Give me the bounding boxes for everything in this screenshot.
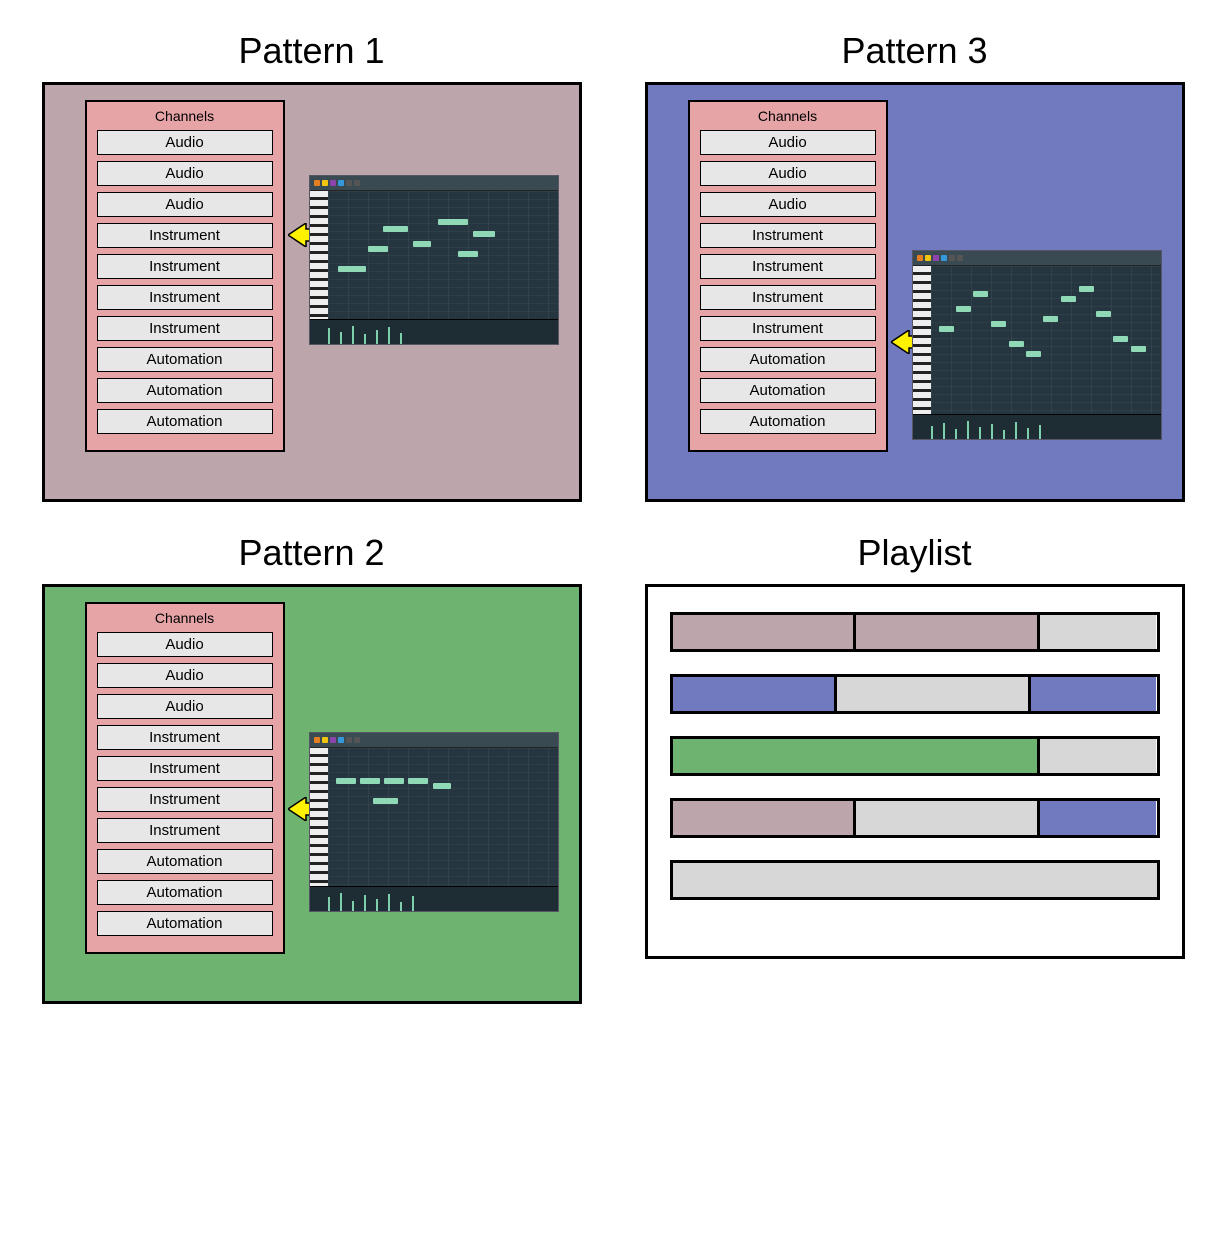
playlist-cell: Playlist (633, 532, 1196, 1004)
channel-slot[interactable]: Automation (700, 378, 876, 403)
pattern-2-title: Pattern 2 (238, 532, 384, 574)
channel-slot[interactable]: Instrument (97, 725, 273, 750)
piano-roll-toolbar (310, 176, 558, 191)
channels-header: Channels (97, 610, 273, 626)
channel-slot[interactable]: Audio (97, 161, 273, 186)
piano-roll[interactable] (309, 175, 559, 345)
piano-roll[interactable] (912, 250, 1162, 440)
pattern-1-title: Pattern 1 (238, 30, 384, 72)
pattern-3-cell: Pattern 3 Channels Audio Audio Audio Ins… (633, 30, 1196, 502)
playlist-clip[interactable] (673, 739, 1041, 773)
playlist-track[interactable] (670, 860, 1160, 900)
diagram-grid: Pattern 1 Channels Audio Audio Audio Ins… (30, 30, 1196, 1004)
channel-slot[interactable]: Instrument (700, 316, 876, 341)
playlist-clip[interactable] (1040, 739, 1156, 773)
channel-slot[interactable]: Audio (97, 130, 273, 155)
piano-keys-icon (310, 191, 328, 319)
velocity-area (913, 414, 1161, 440)
pattern-2-box: Channels Audio Audio Audio Instrument In… (42, 584, 582, 1004)
channel-slot[interactable]: Instrument (700, 254, 876, 279)
pattern-1-cell: Pattern 1 Channels Audio Audio Audio Ins… (30, 30, 593, 502)
note-area[interactable] (931, 266, 1161, 414)
channel-slot[interactable]: Instrument (700, 285, 876, 310)
channel-slot[interactable]: Audio (700, 130, 876, 155)
pattern-3-box: Channels Audio Audio Audio Instrument In… (645, 82, 1185, 502)
channels-panel: Channels Audio Audio Audio Instrument In… (688, 100, 888, 452)
channel-slot[interactable]: Automation (700, 409, 876, 434)
channel-slot[interactable]: Instrument (97, 223, 273, 248)
playlist-clip[interactable] (856, 615, 1040, 649)
playlist-track[interactable] (670, 612, 1160, 652)
playlist-box (645, 584, 1185, 959)
channel-slot[interactable]: Audio (700, 161, 876, 186)
playlist-clip[interactable] (1031, 677, 1157, 711)
playlist-clip[interactable] (673, 615, 857, 649)
velocity-area (310, 886, 558, 912)
note-area[interactable] (328, 748, 558, 886)
pattern-2-cell: Pattern 2 Channels Audio Audio Audio Ins… (30, 532, 593, 1004)
channel-slot[interactable]: Instrument (97, 818, 273, 843)
channels-panel: Channels Audio Audio Audio Instrument In… (85, 602, 285, 954)
channel-slot[interactable]: Automation (97, 849, 273, 874)
channel-slot[interactable]: Automation (700, 347, 876, 372)
channel-slot[interactable]: Instrument (97, 756, 273, 781)
channel-slot[interactable]: Instrument (97, 787, 273, 812)
channel-slot[interactable]: Audio (700, 192, 876, 217)
playlist-clip[interactable] (837, 677, 1031, 711)
playlist-track[interactable] (670, 736, 1160, 776)
playlist-clip[interactable] (673, 863, 1157, 897)
piano-keys-icon (913, 266, 931, 414)
pattern-1-box: Channels Audio Audio Audio Instrument In… (42, 82, 582, 502)
playlist-track[interactable] (670, 798, 1160, 838)
channel-slot[interactable]: Instrument (700, 223, 876, 248)
channel-slot[interactable]: Automation (97, 378, 273, 403)
channel-slot[interactable]: Instrument (97, 316, 273, 341)
channel-slot[interactable]: Automation (97, 911, 273, 936)
channels-header: Channels (700, 108, 876, 124)
playlist-track[interactable] (670, 674, 1160, 714)
pattern-3-title: Pattern 3 (841, 30, 987, 72)
channel-slot[interactable]: Audio (97, 663, 273, 688)
channel-slot[interactable]: Instrument (97, 285, 273, 310)
piano-keys-icon (310, 748, 328, 886)
piano-roll-toolbar (913, 251, 1161, 266)
channel-slot[interactable]: Audio (97, 632, 273, 657)
playlist-clip[interactable] (856, 801, 1040, 835)
piano-roll-toolbar (310, 733, 558, 748)
note-area[interactable] (328, 191, 558, 319)
channel-slot[interactable]: Audio (97, 192, 273, 217)
playlist-clip[interactable] (1040, 615, 1156, 649)
playlist-clip[interactable] (673, 677, 838, 711)
velocity-area (310, 319, 558, 345)
channels-header: Channels (97, 108, 273, 124)
channel-slot[interactable]: Instrument (97, 254, 273, 279)
piano-roll[interactable] (309, 732, 559, 912)
channel-slot[interactable]: Automation (97, 409, 273, 434)
channel-slot[interactable]: Automation (97, 880, 273, 905)
playlist-title: Playlist (857, 532, 971, 574)
playlist-clip[interactable] (1040, 801, 1156, 835)
channels-panel: Channels Audio Audio Audio Instrument In… (85, 100, 285, 452)
channel-slot[interactable]: Audio (97, 694, 273, 719)
playlist-clip[interactable] (673, 801, 857, 835)
channel-slot[interactable]: Automation (97, 347, 273, 372)
